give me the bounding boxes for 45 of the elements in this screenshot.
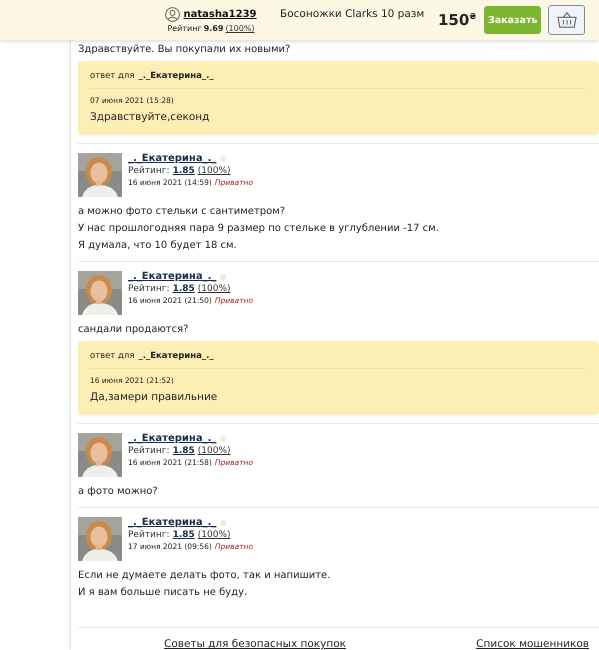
rating-percent-link[interactable]: (100%)	[198, 530, 231, 540]
status-dot-icon	[220, 436, 226, 442]
user-icon	[165, 7, 180, 22]
message-text: а фото можно?	[78, 485, 159, 499]
rating-percent-link[interactable]: (100%)	[225, 24, 255, 33]
message-text: Я думала, что 10 будет 18 см.	[78, 239, 238, 253]
rating-link[interactable]: 1.85	[172, 530, 195, 540]
rating-label: Рейтинг:	[128, 530, 170, 540]
author-link[interactable]: _._Екатерина_._	[128, 517, 216, 528]
reply-recipient: _._Екатерина_._	[138, 351, 214, 361]
message-text: Здравствуйте. Вы покупали их новыми?	[78, 43, 292, 57]
reply-text: Да,замери правильние	[90, 391, 218, 403]
status-dot-icon	[220, 274, 226, 280]
message-text: сандали продаются?	[78, 323, 190, 337]
rating-link[interactable]: 1.85	[172, 284, 195, 294]
reply-label: ответ для	[90, 351, 134, 361]
rating-value: 9.69	[204, 24, 224, 33]
message-text: И я вам больше писать не буду.	[78, 586, 248, 600]
message-text: У нас прошлогодняя пара 9 размер по стельке в углублении -17 см.	[78, 222, 440, 236]
username-link[interactable]: natasha1239	[183, 9, 257, 20]
reply-recipient: _._Екатерина_._	[138, 71, 214, 81]
basket-button[interactable]	[548, 5, 586, 35]
status-dot-icon	[220, 156, 226, 162]
rating-percent-link[interactable]: (100%)	[198, 284, 231, 294]
rating-label: Рейтинг:	[128, 446, 170, 456]
footer-link[interactable]: Список мошенников	[476, 638, 589, 650]
rating-percent-link[interactable]: (100%)	[198, 446, 231, 456]
rating-link[interactable]: 1.85	[172, 166, 195, 176]
reply-label: ответ для	[90, 71, 134, 81]
product-title: Босоножки Clarks 10 разм	[280, 8, 426, 20]
price: 150$^{₴}$	[438, 11, 476, 29]
author-link[interactable]: _._Екатерина_._	[128, 433, 216, 444]
rating-percent-link[interactable]: (100%)	[198, 166, 231, 176]
message-text: а можно фото стельки с сантиметром?	[78, 205, 286, 219]
rating-label: Рейтинг:	[128, 284, 170, 294]
footer-link[interactable]: Советы для безопасных покупок	[164, 638, 346, 650]
rating-label: Рейтинг:	[128, 166, 170, 176]
reply-text: Здравствуйте,секонд	[90, 111, 210, 123]
author-link[interactable]: _._Екатерина_._	[128, 153, 216, 164]
status-dot-icon	[220, 520, 226, 526]
basket-icon	[556, 11, 578, 29]
rating-link[interactable]: 1.85	[172, 446, 195, 456]
author-link[interactable]: _._Екатерина_._	[128, 271, 216, 282]
message-text: Если не думаете делать фото, так и напишите.	[78, 569, 332, 583]
rating-label: Рейтинг	[167, 24, 202, 33]
